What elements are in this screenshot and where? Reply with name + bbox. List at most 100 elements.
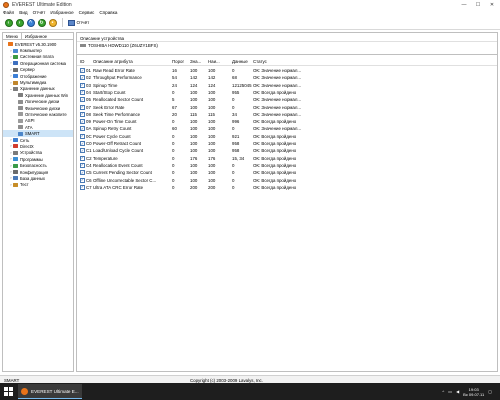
column-description[interactable]: Описание атрибута: [93, 59, 133, 64]
table-row[interactable]: ✓ C1 Load/Unload Cycle Count 0 100 100 958 ОК: …: [77, 147, 497, 154]
row-checkbox[interactable]: ✓: [80, 68, 85, 73]
cell-value: 176: [190, 155, 198, 161]
tree-item[interactable]: › Тест: [3, 182, 73, 188]
table-row[interactable]: ✓ 09 Power-On Time Count 0 100 100 996 ОК: Всег…: [77, 118, 497, 125]
table-row[interactable]: ✓ C0 Power-Off Retract Count 0 100 100 958 ОК: …: [77, 140, 497, 147]
column-status[interactable]: Статус: [253, 59, 267, 64]
table-row[interactable]: ✓ 04 Start/Stop Count 0 100 100 955 ОК: Всегда …: [77, 89, 497, 96]
refresh-button[interactable]: ↻: [37, 18, 46, 27]
row-checkbox[interactable]: ✓: [80, 170, 85, 176]
volume-icon[interactable]: ◀: [456, 389, 459, 394]
row-checkbox[interactable]: ✓: [80, 97, 85, 103]
cell-data: 958: [232, 148, 240, 154]
report-button[interactable]: Отчёт: [66, 18, 92, 27]
tab-favorites[interactable]: Избранное: [22, 33, 50, 39]
tree-item-icon: [18, 93, 23, 98]
cell-id: 0A: [86, 126, 92, 132]
cell-value: 100: [190, 162, 198, 168]
clock[interactable]: 19:03 Вс 09.07.11: [463, 387, 484, 397]
row-checkbox[interactable]: ✓: [80, 162, 85, 168]
cell-description: Spinup Time: [93, 82, 118, 88]
table-row[interactable]: ✓ 07 Seek Error Rate 67 100 100 0 ОК: Значение …: [77, 104, 497, 111]
everest-taskbar-icon: [21, 387, 28, 395]
column-data[interactable]: Данные: [232, 59, 248, 64]
row-checkbox[interactable]: ✓: [80, 133, 85, 139]
menu-file[interactable]: Файл: [3, 10, 14, 15]
toolbar-separator: [62, 18, 63, 27]
cell-threshold: 0: [172, 177, 175, 183]
tree-item-label: База данных: [20, 175, 45, 181]
tree-item-icon: [18, 125, 23, 130]
chevron-up-icon[interactable]: ^: [442, 389, 444, 394]
row-checkbox[interactable]: ✓: [80, 82, 85, 88]
forward-arrow-icon: ›: [15, 18, 24, 27]
table-row[interactable]: ✓ C4 Reallocation Event Count 0 100 100 0 ОК: В…: [77, 162, 497, 169]
table-row[interactable]: ✓ 02 Throughput Performance 54 142 142 68 ОК: З…: [77, 74, 497, 81]
row-checkbox[interactable]: ✓: [80, 89, 85, 95]
back-arrow-icon: ‹: [4, 18, 13, 27]
table-row[interactable]: ✓ C2 Temperature 0 176 176 15, 34 ОК: Всегда пр…: [77, 155, 497, 162]
row-checkbox[interactable]: ✓: [80, 75, 85, 81]
network-icon[interactable]: ▭: [448, 389, 452, 394]
cell-status: ОК: Всегда пройдено: [253, 148, 297, 154]
table-row[interactable]: ✓ C6 Offline Uncorrectable Sector C... 0 100…: [77, 177, 497, 184]
taskbar-everest-button[interactable]: EVEREST Ultimate E...: [18, 384, 82, 399]
maximize-button[interactable]: ☐: [471, 0, 485, 9]
table-row[interactable]: ✓ 0C Power Cycle Count 0 100 100 921 ОК: Всегда…: [77, 133, 497, 140]
menu-report[interactable]: Отчёт: [33, 10, 46, 15]
table-row[interactable]: ✓ C5 Current Pending Sector Count 0 100 100 0 О…: [77, 169, 497, 176]
cell-id: 07: [86, 104, 91, 110]
cell-value: 100: [190, 141, 198, 146]
cell-worst: 100: [208, 97, 216, 103]
notifications-icon[interactable]: ▢: [488, 389, 492, 394]
cell-id: 09: [86, 119, 91, 125]
row-checkbox[interactable]: ✓: [80, 148, 85, 154]
row-checkbox[interactable]: ✓: [80, 104, 85, 110]
user-icon: •: [48, 18, 57, 27]
row-checkbox[interactable]: ✓: [80, 177, 85, 183]
cell-description: Temperature: [93, 155, 118, 161]
menu-view[interactable]: Вид: [19, 10, 27, 15]
cell-description: Seek Time Performance: [93, 111, 141, 117]
table-row[interactable]: ✓ C7 Ultra ATA CRC Error Rate 0 200 200 0 ОК: В…: [77, 184, 497, 191]
column-id[interactable]: ID: [80, 59, 84, 64]
table-row[interactable]: ✓ 03 Spinup Time 24 124 124 12125045 ОК: Значен…: [77, 82, 497, 89]
row-checkbox[interactable]: ✓: [80, 155, 85, 161]
row-checkbox[interactable]: ✓: [80, 126, 85, 132]
minimize-button[interactable]: —: [457, 0, 471, 9]
row-checkbox[interactable]: ✓: [80, 184, 85, 190]
row-checkbox[interactable]: ✓: [80, 141, 85, 146]
cell-data: 0: [232, 104, 235, 110]
cell-data: 0: [232, 170, 235, 176]
cell-value: 142: [190, 75, 198, 81]
toolbar: ‹ › ^ ↻ • Отчёт: [0, 16, 500, 30]
windows-start-icon[interactable]: [4, 387, 13, 396]
table-row[interactable]: ✓ 01 Raw Read Error Rate 16 100 100 0 ОК: Значе…: [77, 67, 497, 74]
forward-button[interactable]: ›: [15, 18, 24, 27]
tree-item-icon: [13, 144, 18, 149]
user-button[interactable]: •: [48, 18, 57, 27]
back-button[interactable]: ‹: [4, 18, 13, 27]
table-row[interactable]: ✓ 05 Reallocated Sector Count 5 100 100 0 ОК: З…: [77, 96, 497, 103]
close-button[interactable]: ✕: [485, 0, 499, 9]
column-threshold[interactable]: Порог: [172, 59, 184, 64]
menu-tools[interactable]: Сервис: [79, 10, 95, 15]
table-row[interactable]: ✓ 08 Seek Time Performance 20 115 115 34 ОК: Зн…: [77, 111, 497, 118]
cell-id: C2: [86, 155, 92, 161]
tree-item-icon: [13, 182, 18, 187]
cell-data: 0: [232, 162, 235, 168]
row-checkbox[interactable]: ✓: [80, 119, 85, 125]
row-checkbox[interactable]: ✓: [80, 111, 85, 117]
up-button[interactable]: ^: [26, 18, 35, 27]
tree-item-label: DirectX: [20, 143, 34, 149]
table-row[interactable]: ✓ 0A Spinup Retry Count 60 100 100 0 ОК: Значен…: [77, 125, 497, 132]
cell-status: ОК: Значение нормал...: [253, 68, 302, 73]
cell-status: ОК: Всегда пройдено: [253, 133, 297, 139]
device-item[interactable]: TOSHIBA HDWD110 (Z6UZY1BFS): [80, 43, 158, 48]
column-value[interactable]: Зна...: [190, 59, 201, 64]
tab-menu[interactable]: Меню: [3, 33, 22, 39]
column-worst[interactable]: Наи...: [208, 59, 220, 64]
menu-help[interactable]: Справка: [99, 10, 117, 15]
menu-favorites[interactable]: Избранное: [50, 10, 73, 15]
cell-status: ОК: Значение нормал...: [253, 126, 302, 132]
